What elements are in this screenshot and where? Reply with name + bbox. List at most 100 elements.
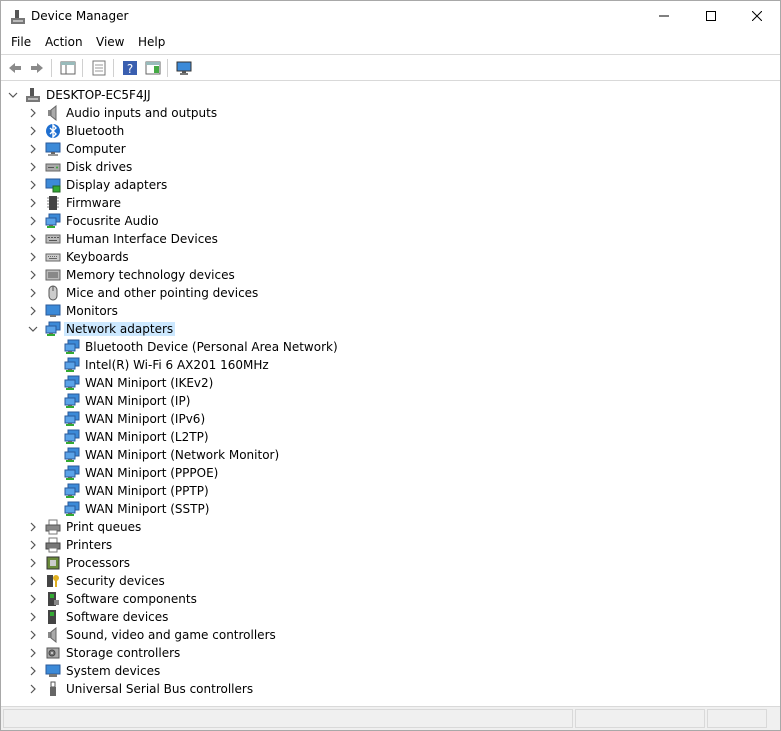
tree-category-audio-inputs-and-outputs[interactable]: Audio inputs and outputs	[1, 104, 780, 122]
menu-view[interactable]: View	[96, 35, 124, 49]
tree-category-human-interface-devices[interactable]: Human Interface Devices	[1, 230, 780, 248]
expand-arrow-icon[interactable]	[27, 197, 39, 209]
tree-item-label: Focusrite Audio	[66, 214, 159, 228]
maximize-button[interactable]	[688, 1, 734, 31]
title-bar: Device Manager	[1, 1, 780, 31]
tree-item-label: Human Interface Devices	[66, 232, 218, 246]
menu-file[interactable]: File	[11, 35, 31, 49]
expand-arrow-icon[interactable]	[27, 215, 39, 227]
network-icon	[45, 321, 61, 337]
tree-item-label: Monitors	[66, 304, 118, 318]
tree-root-node[interactable]: DESKTOP-EC5F4JJ	[1, 86, 780, 104]
firmware-icon	[45, 195, 61, 211]
network-icon	[64, 501, 80, 517]
tree-category-universal-serial-bus-controllers[interactable]: Universal Serial Bus controllers	[1, 680, 780, 698]
tree-category-firmware[interactable]: Firmware	[1, 194, 780, 212]
expand-arrow-icon[interactable]	[27, 269, 39, 281]
expand-arrow-icon[interactable]	[27, 107, 39, 119]
network-icon	[64, 465, 80, 481]
computer-root-icon	[25, 87, 41, 103]
menu-help[interactable]: Help	[138, 35, 165, 49]
expand-arrow-icon[interactable]	[27, 593, 39, 605]
expand-arrow-icon[interactable]	[27, 557, 39, 569]
forward-button[interactable]	[27, 58, 47, 78]
expand-arrow-icon[interactable]	[27, 539, 39, 551]
minimize-button[interactable]	[641, 1, 687, 31]
toolbar-separator	[167, 59, 168, 77]
bluetooth-icon	[45, 123, 61, 139]
tree-item-label: Keyboards	[66, 250, 129, 264]
tree-item-label: Mice and other pointing devices	[66, 286, 259, 300]
tree-device-bluetooth-device-personal-area-network[interactable]: Bluetooth Device (Personal Area Network)	[1, 338, 780, 356]
tree-category-storage-controllers[interactable]: Storage controllers	[1, 644, 780, 662]
tree-category-monitors[interactable]: Monitors	[1, 302, 780, 320]
expand-arrow-icon[interactable]	[27, 287, 39, 299]
tree-device-wan-miniport-pppoe[interactable]: WAN Miniport (PPPOE)	[1, 464, 780, 482]
tree-device-wan-miniport-sstp[interactable]: WAN Miniport (SSTP)	[1, 500, 780, 518]
expand-arrow-icon[interactable]	[27, 251, 39, 263]
expand-arrow-icon[interactable]	[27, 665, 39, 677]
menu-action[interactable]: Action	[45, 35, 83, 49]
tree-device-intel-r-wi-fi-6-ax201-160mhz[interactable]: Intel(R) Wi-Fi 6 AX201 160MHz	[1, 356, 780, 374]
tree-category-bluetooth[interactable]: Bluetooth	[1, 122, 780, 140]
hid-icon	[45, 231, 61, 247]
tree-category-network-adapters[interactable]: Network adapters	[1, 320, 780, 338]
tree-device-wan-miniport-ip[interactable]: WAN Miniport (IP)	[1, 392, 780, 410]
tree-category-mice-and-other-pointing-devices[interactable]: Mice and other pointing devices	[1, 284, 780, 302]
tree-item-label: Bluetooth Device (Personal Area Network)	[85, 340, 338, 354]
tree-item-label: Memory technology devices	[66, 268, 235, 282]
tree-device-wan-miniport-ipv6[interactable]: WAN Miniport (IPv6)	[1, 410, 780, 428]
expand-arrow-icon[interactable]	[27, 647, 39, 659]
security-icon	[45, 573, 61, 589]
expand-arrow-icon[interactable]	[27, 683, 39, 695]
tree-category-system-devices[interactable]: System devices	[1, 662, 780, 680]
close-button[interactable]	[734, 1, 780, 31]
collapse-arrow-icon[interactable]	[27, 323, 39, 335]
tree-category-print-queues[interactable]: Print queues	[1, 518, 780, 536]
tree-category-sound-video-and-game-controllers[interactable]: Sound, video and game controllers	[1, 626, 780, 644]
disk-drive-icon	[45, 159, 61, 175]
tree-category-focusrite-audio[interactable]: Focusrite Audio	[1, 212, 780, 230]
expand-arrow-icon[interactable]	[27, 233, 39, 245]
collapse-arrow-icon[interactable]	[7, 89, 19, 101]
action-pane-button[interactable]	[143, 58, 163, 78]
expand-arrow-icon[interactable]	[27, 125, 39, 137]
tree-device-wan-miniport-pptp[interactable]: WAN Miniport (PPTP)	[1, 482, 780, 500]
properties-button[interactable]	[89, 58, 109, 78]
expand-arrow-icon[interactable]	[27, 161, 39, 173]
expand-arrow-icon[interactable]	[27, 611, 39, 623]
tree-category-computer[interactable]: Computer	[1, 140, 780, 158]
network-icon	[64, 375, 80, 391]
tree-category-memory-technology-devices[interactable]: Memory technology devices	[1, 266, 780, 284]
tree-item-label: WAN Miniport (IPv6)	[85, 412, 206, 426]
expand-arrow-icon[interactable]	[27, 305, 39, 317]
tree-item-label: Intel(R) Wi-Fi 6 AX201 160MHz	[85, 358, 269, 372]
print-queue-icon	[45, 519, 61, 535]
help-button[interactable]: ?	[120, 58, 140, 78]
tree-device-wan-miniport-ikev2[interactable]: WAN Miniport (IKEv2)	[1, 374, 780, 392]
expand-arrow-icon[interactable]	[27, 521, 39, 533]
tree-item-label: Printers	[66, 538, 113, 552]
expand-arrow-icon[interactable]	[27, 575, 39, 587]
expand-arrow-icon[interactable]	[27, 143, 39, 155]
tree-category-printers[interactable]: Printers	[1, 536, 780, 554]
tree-item-label: Processors	[66, 556, 131, 570]
computer-icon	[45, 141, 61, 157]
tree-category-display-adapters[interactable]: Display adapters	[1, 176, 780, 194]
keyboard-icon	[45, 249, 61, 265]
tree-device-wan-miniport-l2tp[interactable]: WAN Miniport (L2TP)	[1, 428, 780, 446]
expand-arrow-icon[interactable]	[27, 629, 39, 641]
tree-device-wan-miniport-network-monitor[interactable]: WAN Miniport (Network Monitor)	[1, 446, 780, 464]
show-hide-tree-button[interactable]	[58, 58, 78, 78]
tree-category-disk-drives[interactable]: Disk drives	[1, 158, 780, 176]
network-icon	[64, 447, 80, 463]
window-title: Device Manager	[31, 9, 129, 23]
tree-category-software-devices[interactable]: Software devices	[1, 608, 780, 626]
back-button[interactable]	[5, 58, 25, 78]
monitor-button[interactable]	[174, 58, 194, 78]
tree-category-keyboards[interactable]: Keyboards	[1, 248, 780, 266]
tree-category-security-devices[interactable]: Security devices	[1, 572, 780, 590]
tree-category-software-components[interactable]: Software components	[1, 590, 780, 608]
tree-category-processors[interactable]: Processors	[1, 554, 780, 572]
expand-arrow-icon[interactable]	[27, 179, 39, 191]
